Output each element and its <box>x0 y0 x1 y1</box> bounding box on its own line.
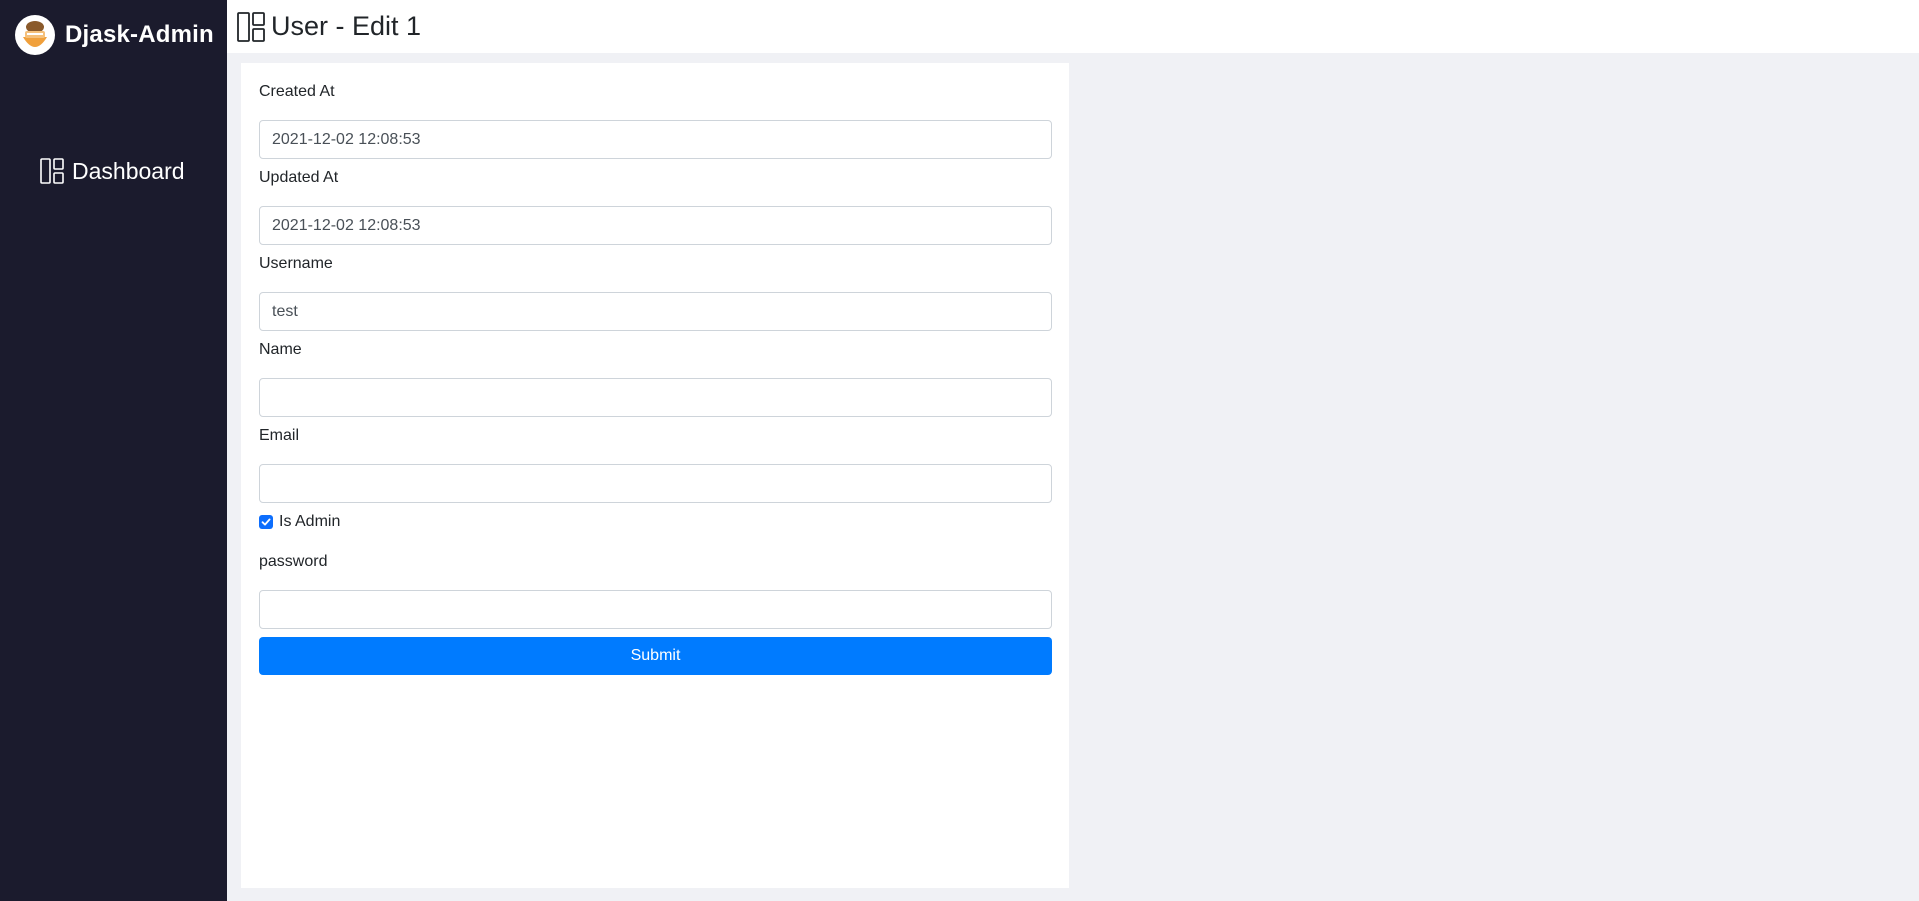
email-label: Email <box>259 427 300 444</box>
checkmark-icon <box>261 518 271 526</box>
created-at-field: Created At <box>259 81 1052 159</box>
is-admin-checkbox[interactable] <box>259 515 273 529</box>
password-field: password <box>259 551 1052 629</box>
updated-at-input[interactable] <box>259 206 1052 245</box>
created-at-label: Created At <box>259 83 335 100</box>
sidebar-item-dashboard[interactable]: Dashboard <box>40 156 185 186</box>
username-field: Username <box>259 253 1052 331</box>
created-at-input[interactable] <box>259 120 1052 159</box>
dashboard-icon <box>237 11 265 42</box>
updated-at-field: Updated At <box>259 167 1052 245</box>
page-title: User - Edit 1 <box>271 11 422 41</box>
name-field: Name <box>259 339 1052 417</box>
username-input[interactable] <box>259 292 1052 331</box>
password-input[interactable] <box>259 590 1052 629</box>
app-root: Djask-Admin Dashboard User - Edit 1 Crea… <box>0 0 1919 901</box>
password-label: password <box>259 553 328 570</box>
name-input[interactable] <box>259 378 1052 417</box>
sidebar-item-label: Dashboard <box>72 157 185 184</box>
submit-button[interactable]: Submit <box>259 637 1052 675</box>
updated-at-label: Updated At <box>259 169 339 186</box>
username-label: Username <box>259 255 333 272</box>
edit-form-card: Created At Updated At Username Name Emai… <box>241 63 1069 888</box>
email-input[interactable] <box>259 464 1052 503</box>
is-admin-label: Is Admin <box>279 513 341 530</box>
name-label: Name <box>259 341 302 358</box>
sidebar: Djask-Admin Dashboard <box>0 0 227 901</box>
brand-logo-icon <box>15 15 55 55</box>
dashboard-icon <box>40 158 64 184</box>
brand-link[interactable]: Djask-Admin <box>15 14 214 56</box>
email-field: Email <box>259 425 1052 503</box>
brand-title: Djask-Admin <box>65 21 214 48</box>
is-admin-row: Is Admin <box>259 511 340 533</box>
page-header: User - Edit 1 <box>227 0 1919 53</box>
